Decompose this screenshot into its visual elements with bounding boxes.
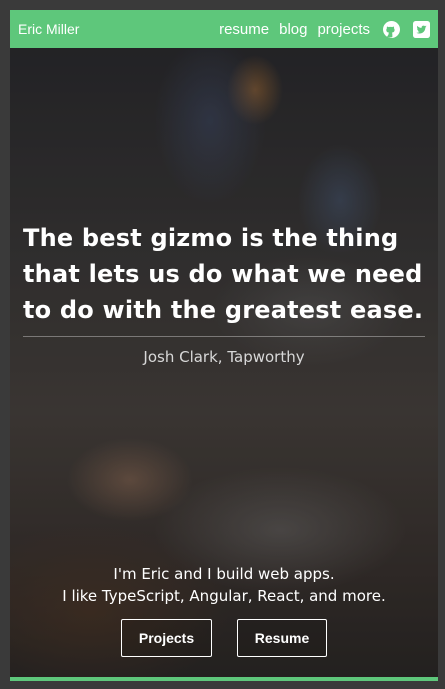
nav-links: resume blog projects <box>209 20 430 38</box>
page-frame: Eric Miller resume blog projects The bes… <box>10 10 438 681</box>
intro-text: I'm Eric and I build web apps. I like Ty… <box>10 563 438 607</box>
quote-divider <box>23 336 425 337</box>
nav-link-blog[interactable]: blog <box>279 21 307 38</box>
intro-line-1: I'm Eric and I build web apps. <box>113 565 335 583</box>
twitter-icon[interactable] <box>412 20 430 38</box>
nav-link-projects[interactable]: projects <box>317 21 370 38</box>
projects-button[interactable]: Projects <box>121 619 212 657</box>
bottom-accent-bar <box>10 677 438 681</box>
nav-link-resume[interactable]: resume <box>219 21 269 38</box>
intro-line-2: I like TypeScript, Angular, React, and m… <box>62 587 386 605</box>
github-icon[interactable] <box>382 20 400 38</box>
quote-attribution: Josh Clark, Tapworthy <box>143 348 305 366</box>
brand-link[interactable]: Eric Miller <box>18 21 79 37</box>
navbar: Eric Miller resume blog projects <box>10 10 438 48</box>
resume-button[interactable]: Resume <box>237 619 327 657</box>
hero-quote: The best gizmo is the thing that lets us… <box>23 224 424 324</box>
